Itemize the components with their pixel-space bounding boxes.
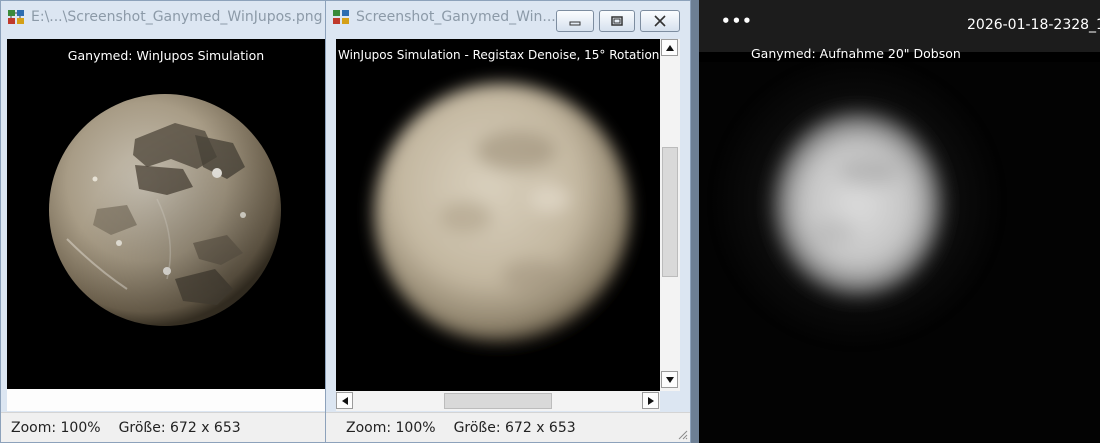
horizontal-scroll-thumb[interactable] xyxy=(444,393,552,409)
horizontal-scrollbar[interactable] xyxy=(336,391,660,411)
middle-image-viewport[interactable]: WinJupos Simulation - Registax Denoise, … xyxy=(336,39,660,391)
minimize-icon xyxy=(569,21,581,26)
arrow-left-icon xyxy=(341,396,348,405)
middle-window-title: Screenshot_Ganymed_Win... xyxy=(356,9,556,25)
right-photo-viewer: ••• 2026-01-18-2328_1-... Ganymed: Aufna… xyxy=(699,0,1100,443)
scroll-down-button[interactable] xyxy=(661,371,678,388)
right-image-caption: Ganymed: Aufnahme 20" Dobson xyxy=(751,46,961,61)
maximize-icon xyxy=(611,16,623,26)
close-button[interactable] xyxy=(640,10,680,32)
scroll-right-button[interactable] xyxy=(642,392,659,409)
app-icon xyxy=(8,10,24,24)
maximize-button[interactable] xyxy=(599,10,635,32)
middle-status-bar: Zoom: 100% Größe: 672 x 653 xyxy=(326,412,690,442)
right-viewer-header: ••• 2026-01-18-2328_1-... xyxy=(699,0,1100,52)
middle-image-window: Screenshot_Ganymed_Win... WinJupos Simul… xyxy=(325,0,691,443)
close-icon xyxy=(654,15,666,27)
left-window-titlebar[interactable]: E:\...\Screenshot_Ganymed_WinJupos.png xyxy=(1,1,325,33)
resize-grip-icon[interactable] xyxy=(676,428,688,440)
left-scroll-area[interactable] xyxy=(7,389,325,411)
left-status-bar: Zoom: 100% Größe: 672 x 653 xyxy=(1,412,325,442)
right-viewer-title: 2026-01-18-2328_1-... xyxy=(967,17,1100,33)
middle-window-titlebar[interactable]: Screenshot_Ganymed_Win... xyxy=(326,1,690,33)
ganymede-simulation-image xyxy=(49,94,281,326)
left-status-zoom: Zoom: 100% xyxy=(11,419,101,436)
arrow-up-icon xyxy=(665,44,674,51)
minimize-button[interactable] xyxy=(556,10,594,32)
app-icon xyxy=(333,10,349,24)
ganymede-denoised-image xyxy=(374,83,630,343)
vertical-scroll-thumb[interactable] xyxy=(662,147,678,277)
left-status-size: Größe: 672 x 653 xyxy=(118,419,241,436)
left-image-window: E:\...\Screenshot_Ganymed_WinJupos.png G… xyxy=(0,0,326,443)
arrow-right-icon xyxy=(647,396,654,405)
left-window-title: E:\...\Screenshot_Ganymed_WinJupos.png xyxy=(31,9,323,25)
scroll-left-button[interactable] xyxy=(336,392,353,409)
left-image-viewport[interactable]: Ganymed: WinJupos Simulation xyxy=(7,39,325,389)
more-options-icon[interactable]: ••• xyxy=(721,12,753,30)
middle-status-size: Größe: 672 x 653 xyxy=(453,419,576,436)
vertical-scrollbar[interactable] xyxy=(660,39,680,391)
scroll-up-button[interactable] xyxy=(661,39,678,56)
middle-status-zoom: Zoom: 100% xyxy=(346,419,436,436)
ganymede-dobson-photo xyxy=(699,62,1100,442)
arrow-down-icon xyxy=(665,376,674,383)
